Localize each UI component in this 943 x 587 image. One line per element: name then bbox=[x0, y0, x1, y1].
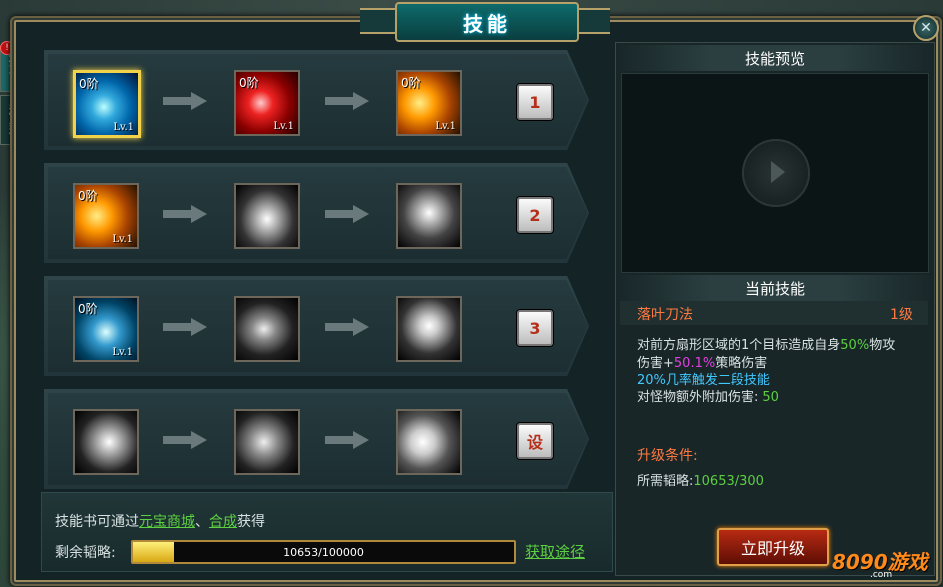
grey-dash-skill-slot[interactable] bbox=[234, 409, 300, 475]
logo-sub: .com bbox=[870, 570, 893, 580]
req-value: 10653/300 bbox=[693, 474, 764, 489]
window-title-text: 技能 bbox=[463, 11, 511, 36]
skill-level-tag: Lv.1 bbox=[435, 121, 456, 132]
skill-rank: 0阶 bbox=[79, 77, 99, 91]
get-source-link[interactable]: 获取途径 bbox=[525, 541, 585, 562]
desc1-pct: 50% bbox=[840, 338, 870, 353]
grey-warrior-skill-slot[interactable] bbox=[73, 409, 139, 475]
preview-header: 技能预览 bbox=[616, 45, 934, 71]
arrow-right-icon bbox=[325, 318, 369, 336]
current-header-text: 当前技能 bbox=[744, 279, 805, 298]
play-button[interactable] bbox=[742, 139, 810, 207]
skill-rank: 0阶 bbox=[239, 76, 259, 90]
skill-name: 落叶刀法 bbox=[637, 307, 693, 323]
skill-row-button[interactable]: 设 bbox=[517, 423, 553, 459]
skill-level-tag: Lv.1 bbox=[113, 122, 134, 133]
orange-arc-skill-slot[interactable]: 0阶 Lv.1 bbox=[396, 70, 462, 136]
skill-desc-line4: 对怪物额外附加伤害: 50 bbox=[637, 386, 779, 405]
skill-level-tag: Lv.1 bbox=[273, 121, 294, 132]
grey-wave-skill-slot[interactable] bbox=[234, 183, 300, 249]
window-title: 技能 bbox=[395, 2, 579, 42]
desc4-val: 50 bbox=[762, 390, 779, 405]
skillbook-info: 技能书可通过元宝商城、合成获得 bbox=[55, 511, 265, 531]
close-icon: ✕ bbox=[920, 20, 932, 36]
current-skill-header: 当前技能 bbox=[616, 275, 934, 301]
grey-blade-skill-slot[interactable] bbox=[234, 296, 300, 362]
blue-swirl-skill-slot[interactable]: 0阶 Lv.1 bbox=[73, 70, 141, 138]
arrow-right-icon bbox=[163, 318, 207, 336]
grey-spikes-skill-slot[interactable] bbox=[396, 183, 462, 249]
skill-level-tag: Lv.1 bbox=[112, 347, 133, 358]
skill-row-button[interactable]: 2 bbox=[517, 197, 553, 233]
skill-row-button[interactable]: 1 bbox=[517, 84, 553, 120]
title-ornament-left bbox=[360, 8, 400, 34]
arrow-right-icon bbox=[325, 431, 369, 449]
arrow-right-icon bbox=[163, 431, 207, 449]
skill-preview-area bbox=[621, 73, 929, 273]
desc1-b: 物攻 bbox=[869, 338, 896, 353]
orange-arc-skill-slot[interactable]: 0阶 Lv.1 bbox=[73, 183, 139, 249]
site-logo: 8090游戏 .com bbox=[828, 540, 940, 580]
progress-text: 10653/100000 bbox=[283, 545, 364, 559]
grey-burst-skill-slot[interactable] bbox=[396, 409, 462, 475]
upgrade-requirement: 所需韬略:10653/300 bbox=[637, 470, 764, 489]
arrow-right-icon bbox=[325, 92, 369, 110]
skill-rank: 0阶 bbox=[401, 76, 421, 90]
desc1-a: 对前方扇形区域的1个目标造成自身 bbox=[637, 338, 841, 353]
arrow-right-icon bbox=[163, 205, 207, 223]
skill-row-button[interactable]: 3 bbox=[517, 310, 553, 346]
skill-rank: 0阶 bbox=[78, 189, 98, 203]
blue-blade-skill-slot[interactable]: 0阶 Lv.1 bbox=[73, 296, 139, 362]
info-sep: 、 bbox=[195, 514, 209, 530]
info-suffix: 获得 bbox=[237, 514, 265, 530]
skill-level: 1级 bbox=[890, 307, 913, 323]
upgrade-now-button[interactable]: 立即升级 bbox=[717, 528, 829, 566]
red-slash-skill-slot[interactable]: 0阶 Lv.1 bbox=[234, 70, 300, 136]
skill-level-tag: Lv.1 bbox=[112, 234, 133, 245]
grey-flash-skill-slot[interactable] bbox=[396, 296, 462, 362]
skill-rank: 0阶 bbox=[78, 302, 98, 316]
arrow-right-icon bbox=[163, 92, 207, 110]
close-button[interactable]: ✕ bbox=[913, 15, 939, 41]
arrow-right-icon bbox=[325, 205, 369, 223]
skill-desc-line1: 对前方扇形区域的1个目标造成自身50%物攻 bbox=[637, 334, 895, 353]
strategy-progress-bar: 10653/100000 bbox=[131, 540, 516, 564]
preview-header-text: 技能预览 bbox=[744, 49, 805, 68]
desc4-a: 对怪物额外附加伤害: bbox=[637, 390, 759, 405]
compose-link[interactable]: 合成 bbox=[209, 514, 237, 530]
remain-label: 剩余韬略: bbox=[55, 545, 116, 561]
req-label: 所需韬略: bbox=[637, 474, 694, 489]
upgrade-condition-label: 升级条件: bbox=[637, 448, 698, 464]
shop-link[interactable]: 元宝商城 bbox=[139, 514, 195, 530]
info-prefix: 技能书可通过 bbox=[55, 514, 139, 530]
upgrade-button-label: 立即升级 bbox=[740, 539, 805, 558]
